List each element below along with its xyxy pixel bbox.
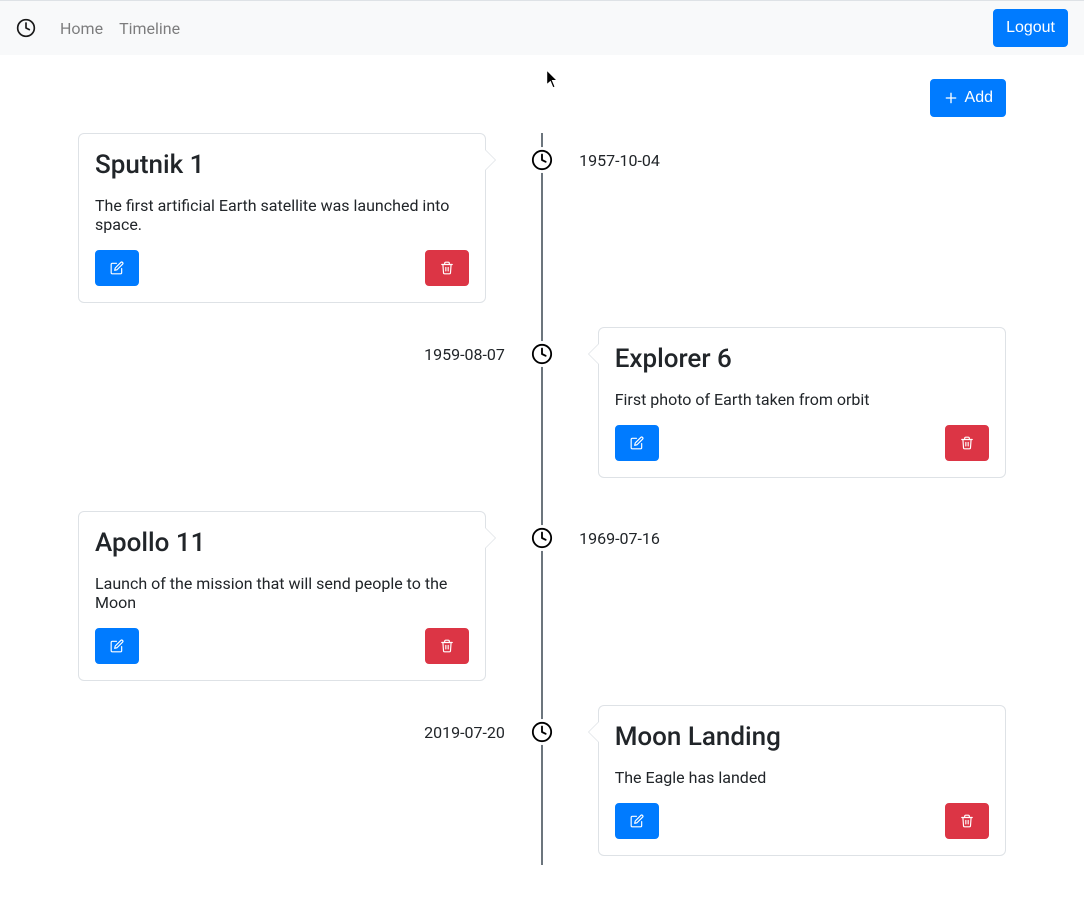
event-date: 1959-08-07 (424, 345, 505, 364)
edit-icon (630, 814, 644, 828)
timeline-item: 2019-07-20 Moon Landing The Eagle has land… (78, 705, 1006, 865)
event-date: 1957-10-04 (579, 151, 660, 170)
delete-button[interactable] (425, 250, 469, 286)
timeline-item: 1969-07-16 Apollo 11 Launch of the mission… (78, 511, 1006, 681)
delete-button[interactable] (945, 425, 989, 461)
edit-button[interactable] (615, 425, 659, 461)
timeline-item: 1959-08-07 Explorer 6 First photo of Earth… (78, 327, 1006, 487)
navbar: Home Timeline Logout (0, 0, 1084, 55)
trash-icon (960, 814, 974, 828)
event-date: 2019-07-20 (424, 723, 505, 742)
trash-icon (440, 639, 454, 653)
event-card: Moon Landing The Eagle has landed (598, 705, 1006, 856)
event-card: Apollo 11 Launch of the mission that will… (78, 511, 486, 681)
timeline: 1957-10-04 Sputnik 1 The first artificial … (78, 133, 1006, 865)
nav-home[interactable]: Home (52, 11, 111, 46)
trash-icon (440, 261, 454, 275)
timeline-node-icon (529, 341, 555, 367)
main-container: Add 1957-10-04 Sputnik 1 The first artific… (62, 55, 1022, 865)
event-card: Explorer 6 First photo of Earth taken fro… (598, 327, 1006, 478)
edit-button[interactable] (615, 803, 659, 839)
edit-icon (630, 436, 644, 450)
logout-button[interactable]: Logout (993, 9, 1068, 47)
timeline-node-icon (529, 719, 555, 745)
event-card: Sputnik 1 The first artificial Earth sate… (78, 133, 486, 303)
add-button-label: Add (965, 86, 993, 110)
plus-icon (943, 90, 959, 106)
add-button[interactable]: Add (930, 79, 1006, 117)
edit-icon (110, 639, 124, 653)
event-description: First photo of Earth taken from orbit (615, 390, 989, 409)
delete-button[interactable] (425, 628, 469, 664)
trash-icon (960, 436, 974, 450)
event-title: Sputnik 1 (95, 150, 469, 180)
event-description: Launch of the mission that will send peo… (95, 574, 469, 612)
nav-timeline[interactable]: Timeline (111, 11, 188, 46)
event-description: The first artificial Earth satellite was… (95, 196, 469, 234)
event-description: The Eagle has landed (615, 768, 989, 787)
timeline-item: 1957-10-04 Sputnik 1 The first artificial … (78, 133, 1006, 303)
delete-button[interactable] (945, 803, 989, 839)
event-title: Moon Landing (615, 722, 989, 752)
clock-icon (16, 18, 36, 38)
edit-button[interactable] (95, 628, 139, 664)
brand-logo (16, 18, 36, 38)
event-title: Apollo 11 (95, 528, 469, 558)
edit-button[interactable] (95, 250, 139, 286)
timeline-node-icon (529, 525, 555, 551)
timeline-node-icon (529, 147, 555, 173)
edit-icon (110, 261, 124, 275)
event-title: Explorer 6 (615, 344, 989, 374)
event-date: 1969-07-16 (579, 529, 660, 548)
